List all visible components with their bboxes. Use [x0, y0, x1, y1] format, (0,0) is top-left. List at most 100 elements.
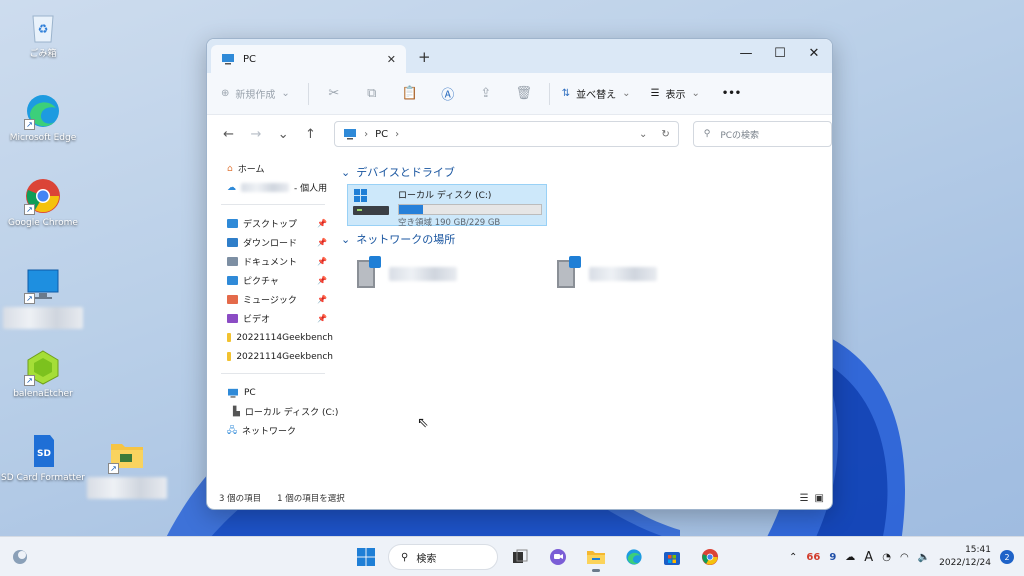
recent-chevron-icon[interactable]: ⌄ — [272, 127, 295, 142]
sidebar-item-label: PC — [244, 387, 256, 398]
forward-arrow-icon[interactable]: → — [244, 127, 267, 142]
desktop-icon-monitor[interactable]: ↗ — [0, 266, 86, 329]
drive-tile-c[interactable]: ローカル ディスク (C:) 空き領域 190 GB/229 GB — [347, 184, 547, 228]
search-icon: ⚲ — [703, 129, 711, 139]
library-folder-icon — [227, 219, 238, 228]
sidebar-item-quick-access[interactable]: ダウンロード 📌 — [207, 233, 333, 252]
task-view-button[interactable] — [504, 541, 536, 573]
wifi-icon[interactable]: ◠ — [900, 552, 909, 563]
sidebar-item-local-disk[interactable]: ▙ ローカル ディスク (C:) — [207, 402, 338, 421]
share-icon[interactable]: ⇪ — [467, 86, 505, 101]
details-view-icon[interactable]: ☰ — [800, 493, 809, 504]
maximize-button[interactable]: ☐ — [762, 43, 798, 67]
tab-title: PC — [243, 53, 257, 65]
up-arrow-icon[interactable]: ↑ — [299, 127, 322, 142]
address-dropdown-icon[interactable]: ⌄ — [639, 129, 647, 140]
taskbar-search[interactable]: ⚲ 検索 — [388, 544, 498, 570]
tray-badge-red[interactable]: 66 — [806, 552, 820, 563]
back-arrow-icon[interactable]: ← — [217, 127, 240, 142]
blurred-account-name — [241, 183, 289, 192]
sort-icon: ⇅ — [561, 88, 571, 99]
chrome-taskbar-button[interactable] — [694, 541, 726, 573]
teams-chat-button[interactable] — [542, 541, 574, 573]
minimize-button[interactable]: — — [728, 43, 764, 67]
chrome-icon — [701, 548, 719, 566]
mouse-cursor-icon: ⇖ — [417, 415, 429, 431]
close-button[interactable]: ✕ — [796, 43, 832, 67]
sidebar-item-quick-access[interactable]: ビデオ 📌 — [207, 309, 333, 328]
address-bar[interactable]: › PC › ⌄ ↻ — [334, 121, 679, 147]
volume-icon[interactable]: 🔈 — [918, 552, 930, 563]
ime-indicator[interactable]: A — [864, 550, 873, 565]
sidebar-item-network[interactable]: 🖧 ネットワーク — [207, 421, 333, 440]
desktop-icon-chrome[interactable]: ↗ Google Chrome — [0, 177, 86, 229]
network-group-header[interactable]: ⌄ ネットワークの場所 — [341, 230, 832, 248]
library-folder-icon — [227, 276, 238, 285]
sidebar-item-label: ダウンロード — [243, 239, 298, 249]
network-server-icon — [557, 256, 581, 288]
sidebar-item-quick-access[interactable]: ミュージック 📌 — [207, 290, 333, 309]
chrome-icon: ↗ — [24, 177, 62, 215]
desktop-icon-folder-shortcut[interactable]: ↗ — [84, 436, 170, 499]
chevron-right-icon: › — [364, 128, 369, 140]
sidebar-item-quick-access[interactable]: 20221114Geekbench — [207, 347, 333, 366]
breadcrumb-pc[interactable]: PC — [375, 129, 388, 140]
delete-icon[interactable]: 🗑 — [505, 86, 543, 101]
refresh-icon[interactable]: ↻ — [661, 129, 669, 140]
sidebar-item-quick-access[interactable]: ピクチャ 📌 — [207, 271, 333, 290]
clock-app-icon[interactable]: ◔ — [882, 552, 891, 563]
new-button[interactable]: ⊕ 新規作成 ⌄ — [221, 86, 290, 101]
more-button[interactable]: ••• — [722, 88, 741, 99]
pin-icon: 📌 — [317, 276, 327, 285]
chevron-down-icon: ⌄ — [622, 88, 631, 99]
command-bar: ⊕ 新規作成 ⌄ ✂ ⧉ 📋 Ⓐ ⇪ 🗑 ⇅ 並べ替え ⌄ ☰ 表示 ⌄ ••• — [207, 73, 832, 115]
pin-icon: 📌 — [317, 314, 327, 323]
search-box[interactable]: ⚲ PCの検索 — [692, 121, 832, 147]
sidebar-item-quick-access[interactable]: デスクトップ 📌 — [207, 214, 333, 233]
network-location-item[interactable] — [553, 256, 657, 292]
sidebar-item-home[interactable]: ⌂ ホーム — [207, 159, 333, 178]
widgets-button[interactable] — [4, 541, 36, 573]
sort-button[interactable]: ⇅ 並べ替え ⌄ — [562, 86, 631, 101]
start-button[interactable] — [350, 541, 382, 573]
sidebar-item-pc[interactable]: PC — [207, 383, 333, 402]
clock[interactable]: 15:41 2022/12/24 — [939, 544, 991, 570]
navigation-bar: ← → ⌄ ↑ › PC › ⌄ ↻ ⚲ PCの検索 — [207, 115, 832, 153]
tab-pc[interactable]: PC ✕ — [211, 45, 406, 73]
tray-badge-blue[interactable]: 9 — [829, 552, 836, 563]
notification-badge[interactable]: 2 — [1000, 550, 1014, 564]
search-placeholder: PCの検索 — [720, 130, 760, 141]
library-folder-icon — [227, 238, 238, 247]
cut-icon[interactable]: ✂ — [315, 86, 353, 101]
sidebar-item-quick-access[interactable]: ドキュメント 📌 — [207, 252, 333, 271]
desktop-icon-balena-etcher[interactable]: ↗ balenaEtcher — [0, 348, 86, 400]
new-tab-button[interactable]: + — [418, 48, 431, 66]
drive-usage-bar — [398, 204, 542, 215]
desktop-icon-recycle-bin[interactable]: ♻ ごみ箱 — [0, 8, 86, 60]
copy-icon[interactable]: ⧉ — [353, 86, 391, 101]
chevron-up-icon[interactable]: ⌃ — [789, 552, 797, 563]
devices-group-header[interactable]: ⌄ デバイスとドライブ — [341, 163, 832, 181]
desktop-icon-edge[interactable]: ↗ Microsoft Edge — [0, 92, 86, 144]
chevron-down-icon: ⌄ — [341, 232, 351, 246]
svg-text:SD: SD — [37, 449, 51, 459]
sidebar-item-onedrive[interactable]: ☁ - 個人用 — [207, 178, 333, 197]
network-location-item[interactable] — [353, 256, 457, 292]
item-count: 3 個の項目 — [219, 494, 262, 504]
sidebar-item-quick-access[interactable]: 20221114Geekbench — [207, 328, 333, 347]
content-pane: ⌄ デバイスとドライブ ローカル ディスク (C:) 空き領域 190 GB/2… — [333, 153, 832, 487]
edge-taskbar-button[interactable] — [618, 541, 650, 573]
sidebar-item-label: デスクトップ — [243, 220, 298, 230]
sd-card-icon: SD — [24, 432, 62, 470]
file-explorer-taskbar-button[interactable] — [580, 541, 612, 573]
close-tab-icon[interactable]: ✕ — [387, 53, 396, 66]
rename-icon[interactable]: Ⓐ — [429, 84, 467, 103]
tiles-view-icon[interactable]: ▣ — [815, 493, 824, 504]
store-taskbar-button[interactable] — [656, 541, 688, 573]
file-explorer-icon — [587, 551, 605, 564]
paste-icon[interactable]: 📋 — [391, 86, 429, 101]
title-bar: PC ✕ + — ☐ ✕ — [207, 39, 832, 73]
onedrive-cloud-icon[interactable]: ☁ — [845, 552, 855, 563]
view-button[interactable]: ☰ 表示 ⌄ — [651, 86, 700, 101]
desktop-icon-sd-card-formatter[interactable]: SD SD Card Formatter — [0, 432, 86, 484]
